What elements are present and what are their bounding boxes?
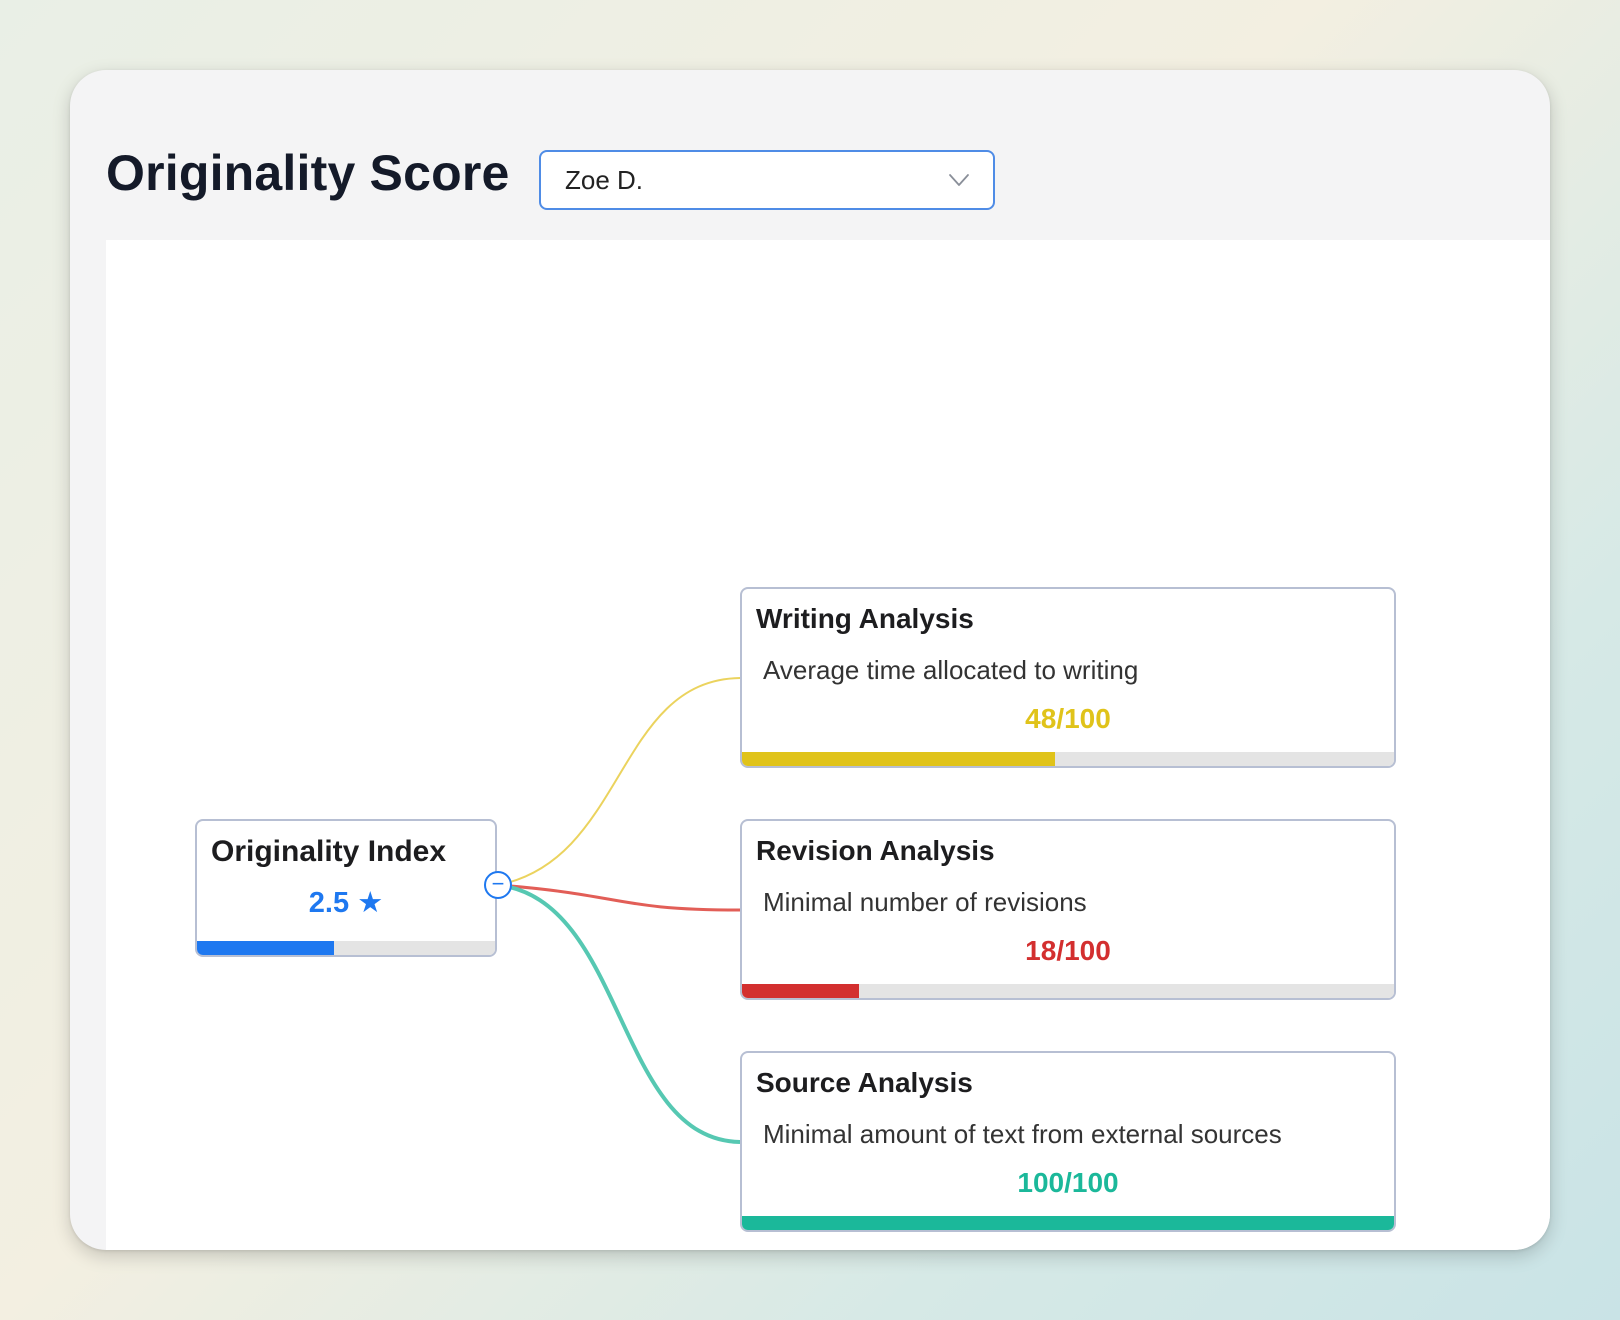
source-analysis-description: Minimal amount of text from external sou… xyxy=(763,1119,1282,1149)
revision-analysis-progress-track xyxy=(742,984,1394,998)
connector-source xyxy=(497,883,741,1144)
star-icon: ★ xyxy=(357,887,384,919)
originality-index-value: 2.5 xyxy=(308,887,350,919)
writing-analysis-progress-track xyxy=(742,752,1394,766)
originality-index-progress-fill xyxy=(197,941,335,955)
writing-analysis-node[interactable]: Writing Analysis Average time allocated … xyxy=(740,587,1396,768)
revision-analysis-progress-fill xyxy=(742,984,860,998)
revision-analysis-score: 18/100 xyxy=(1025,935,1111,966)
source-analysis-node[interactable]: Source Analysis Minimal amount of text f… xyxy=(740,1051,1396,1232)
page-title: Originality Score xyxy=(106,145,510,201)
mind-map-canvas: Originality Index 2.5 ★ − Writing Analys… xyxy=(106,240,1550,1250)
originality-index-title: Originality Index xyxy=(211,835,447,868)
writing-analysis-score: 48/100 xyxy=(1025,703,1111,734)
source-analysis-score: 100/100 xyxy=(1017,1167,1119,1198)
minus-circle-icon[interactable]: − xyxy=(484,871,512,899)
source-analysis-progress-fill xyxy=(742,1216,1394,1230)
originality-index-rating: 2.5 ★ xyxy=(197,885,495,920)
writing-analysis-title: Writing Analysis xyxy=(756,603,974,634)
student-select-value: Zoe D. xyxy=(565,165,644,195)
writing-analysis-description: Average time allocated to writing xyxy=(763,655,1139,685)
originality-index-progress-track xyxy=(197,941,495,955)
source-analysis-progress-track xyxy=(742,1216,1394,1230)
originality-score-card: Originality Score Zoe D. Originality Ind… xyxy=(70,70,1550,1250)
revision-analysis-title: Revision Analysis xyxy=(756,835,995,866)
writing-analysis-progress-fill xyxy=(742,752,1055,766)
chevron-down-icon xyxy=(949,174,969,186)
source-analysis-title: Source Analysis xyxy=(756,1067,973,1098)
revision-analysis-node[interactable]: Revision Analysis Minimal number of revi… xyxy=(740,819,1396,1000)
originality-index-node[interactable]: Originality Index 2.5 ★ xyxy=(195,819,497,957)
connector-writing xyxy=(497,677,741,886)
revision-analysis-description: Minimal number of revisions xyxy=(763,887,1087,917)
student-select[interactable]: Zoe D. xyxy=(539,150,995,210)
